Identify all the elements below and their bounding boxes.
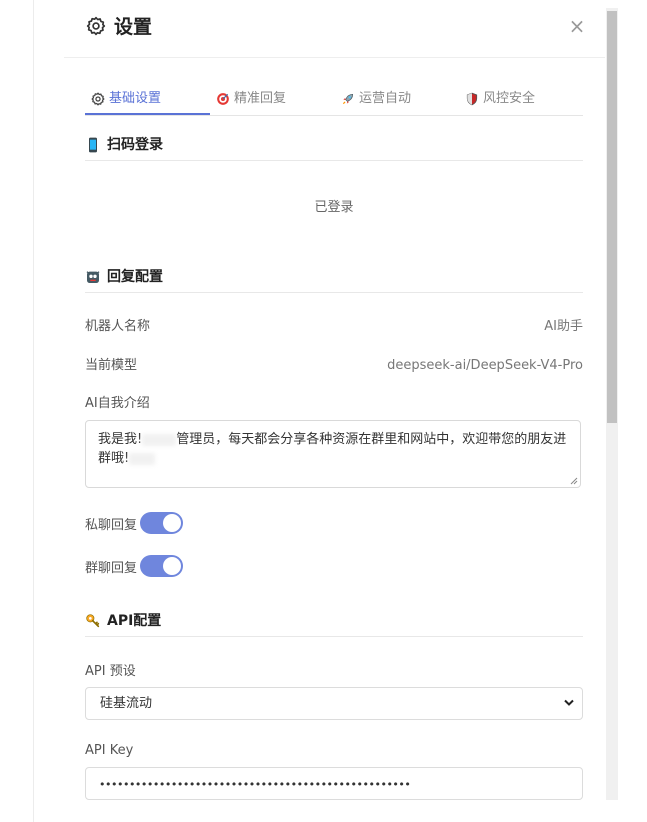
- section-title-text: 扫码登录: [107, 137, 163, 153]
- page-left-border: [33, 0, 34, 822]
- group-reply-label: 群聊回复: [85, 560, 138, 576]
- tab-label: 基础设置: [109, 91, 162, 106]
- model-label: 当前模型: [85, 358, 138, 373]
- api-preset-value: 硅基流动: [100, 696, 153, 711]
- toggle-knob: [163, 557, 182, 575]
- rocket-icon: [342, 93, 354, 105]
- tab-bar: 基础设置 精准回复 运营自动 风控安全: [85, 84, 583, 116]
- section-api-config: API配置: [85, 606, 583, 637]
- section-title-text: API配置: [107, 613, 162, 629]
- key-icon: [86, 614, 100, 628]
- active-tab-indicator: [85, 113, 210, 115]
- intro-text-part: 群哦!: [98, 451, 130, 466]
- login-status: 已登录: [314, 200, 354, 215]
- tab-precise-reply[interactable]: 精准回复: [216, 84, 286, 114]
- intro-text-part: 我是我!: [98, 432, 143, 447]
- chevron-down-icon: [564, 699, 574, 706]
- tab-basic-settings[interactable]: 基础设置: [91, 84, 161, 114]
- scrollbar[interactable]: [606, 8, 618, 800]
- private-reply-toggle[interactable]: [140, 512, 184, 534]
- tab-label: 风控安全: [483, 91, 536, 106]
- tab-label: 运营自动: [359, 91, 412, 106]
- section-reply-config: 回复配置: [85, 262, 583, 293]
- section-scan-login: 扫码登录: [85, 130, 583, 161]
- redacted-text: [142, 433, 177, 446]
- gear-icon: [86, 16, 106, 36]
- scrollbar-thumb[interactable]: [607, 11, 617, 423]
- api-preset-label: API 预设: [85, 664, 136, 679]
- target-icon: [217, 93, 229, 105]
- resize-handle-icon[interactable]: [570, 477, 578, 485]
- intro-label: AI自我介绍: [85, 396, 150, 411]
- model-value: deepseek-ai/DeepSeek-V4-Pro: [387, 358, 583, 373]
- close-button[interactable]: ×: [568, 14, 586, 38]
- bot-name-label: 机器人名称: [85, 319, 151, 334]
- robot-icon: [86, 271, 100, 283]
- bot-name-value: AI助手: [544, 319, 583, 334]
- api-key-label: API Key: [85, 743, 134, 758]
- intro-text-part: 管理员，每天都会分享各种资源在群里和网站中，欢迎带您的朋友进: [176, 432, 567, 447]
- toggle-knob: [163, 514, 182, 532]
- panel-title: 设置: [114, 16, 153, 38]
- shield-icon: [466, 92, 478, 106]
- api-key-input[interactable]: ••••••••••••••••••••••••••••••••••••••••…: [85, 767, 583, 800]
- redacted-text: [129, 452, 156, 465]
- gear-icon: [91, 92, 105, 106]
- group-reply-row: 群聊回复: [85, 554, 184, 578]
- section-title-text: 回复配置: [107, 269, 163, 285]
- tab-risk-control[interactable]: 风控安全: [465, 84, 535, 114]
- tab-operation-auto[interactable]: 运营自动: [341, 84, 411, 114]
- panel-header: 设置 ×: [64, 0, 605, 58]
- group-reply-toggle[interactable]: [140, 555, 184, 577]
- private-reply-label: 私聊回复: [85, 517, 138, 533]
- api-preset-select[interactable]: 硅基流动: [85, 687, 583, 720]
- settings-panel: 设置 × 基础设置 精准回复 运营自动 风控安全 扫码登录 已登录 回复配置 机…: [64, 0, 605, 822]
- phone-icon: [89, 137, 97, 153]
- intro-textarea[interactable]: 我是我! 管理员，每天都会分享各种资源在群里和网站中，欢迎带您的朋友进 群哦!: [85, 420, 581, 488]
- tab-label: 精准回复: [234, 91, 287, 106]
- private-reply-row: 私聊回复: [85, 511, 184, 535]
